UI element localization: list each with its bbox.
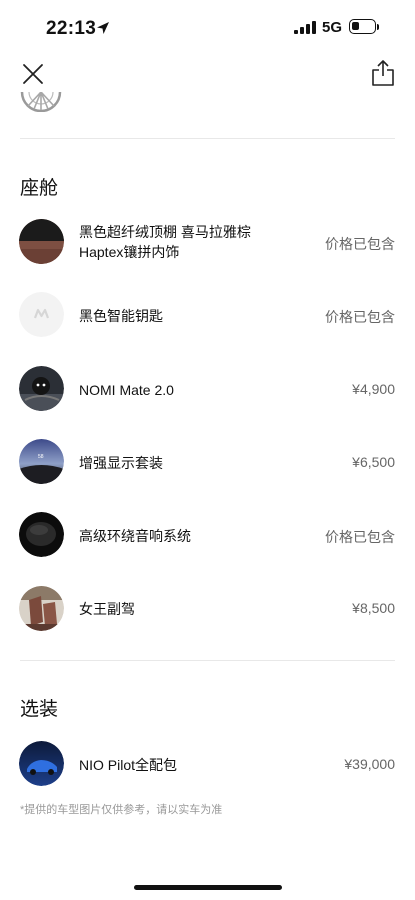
smart-key-thumbnail <box>19 292 64 337</box>
section-title-cabin: 座舱 <box>20 178 59 199</box>
item-name: 高级环绕音响系统 <box>79 528 191 544</box>
list-item[interactable]: 黑色超纤绒顶棚 喜马拉雅棕 Haptex镶拼内饰 价格已包含 <box>0 212 415 272</box>
divider <box>20 660 395 661</box>
speaker-thumbnail <box>19 512 64 557</box>
list-item[interactable]: NIO Pilot全配包 ¥39,000 <box>0 734 415 794</box>
queen-seat-thumbnail <box>19 586 64 631</box>
item-price: 价格已包含 <box>325 529 395 545</box>
network-type: 5G <box>322 19 343 36</box>
item-price: ¥39,000 <box>344 756 395 772</box>
section-title-options: 选装 <box>20 699 59 720</box>
list-item[interactable]: 58 增强显示套装 ¥6,500 <box>0 432 415 492</box>
item-price: ¥4,900 <box>352 381 395 397</box>
item-name: NOMI Mate 2.0 <box>79 382 174 398</box>
item-price: ¥8,500 <box>352 600 395 616</box>
item-name-line2: Haptex镶拼内饰 <box>79 244 180 260</box>
close-icon[interactable] <box>20 62 46 86</box>
list-item[interactable]: 高级环绕音响系统 价格已包含 <box>0 505 415 565</box>
list-item[interactable]: 黑色智能钥匙 价格已包含 <box>0 286 415 346</box>
nio-pilot-thumbnail <box>19 741 64 786</box>
nomi-mate-thumbnail <box>19 366 64 411</box>
signal-icon <box>294 21 316 34</box>
interior-trim-thumbnail <box>19 219 64 264</box>
wheel-thumbnail <box>20 92 62 112</box>
item-name: NIO Pilot全配包 <box>79 757 178 773</box>
item-name-line1: 黑色超纤绒顶棚 喜马拉雅棕 <box>79 224 251 240</box>
battery-icon <box>349 19 376 34</box>
item-price: ¥6,500 <box>352 454 395 470</box>
item-price: 价格已包含 <box>325 309 395 325</box>
list-item[interactable]: NOMI Mate 2.0 ¥4,900 <box>0 358 415 418</box>
disclaimer-text: *提供的车型图片仅供参考，请以实车为准 <box>20 804 223 816</box>
hud-speed: 58 <box>38 454 44 460</box>
list-item[interactable]: 女王副驾 ¥8,500 <box>0 578 415 638</box>
item-name: 女王副驾 <box>79 601 135 617</box>
status-time: 22:13 <box>46 18 97 39</box>
location-arrow-icon <box>97 22 109 34</box>
home-indicator[interactable] <box>134 885 282 890</box>
share-icon[interactable] <box>370 59 396 87</box>
item-name: 黑色智能钥匙 <box>79 308 163 324</box>
item-name: 增强显示套装 <box>79 455 163 471</box>
battery-cap <box>377 24 379 30</box>
hud-display-thumbnail: 58 <box>19 439 64 484</box>
divider <box>20 138 395 139</box>
status-bar: 22:13 5G <box>0 0 415 56</box>
item-price: 价格已包含 <box>325 236 395 252</box>
